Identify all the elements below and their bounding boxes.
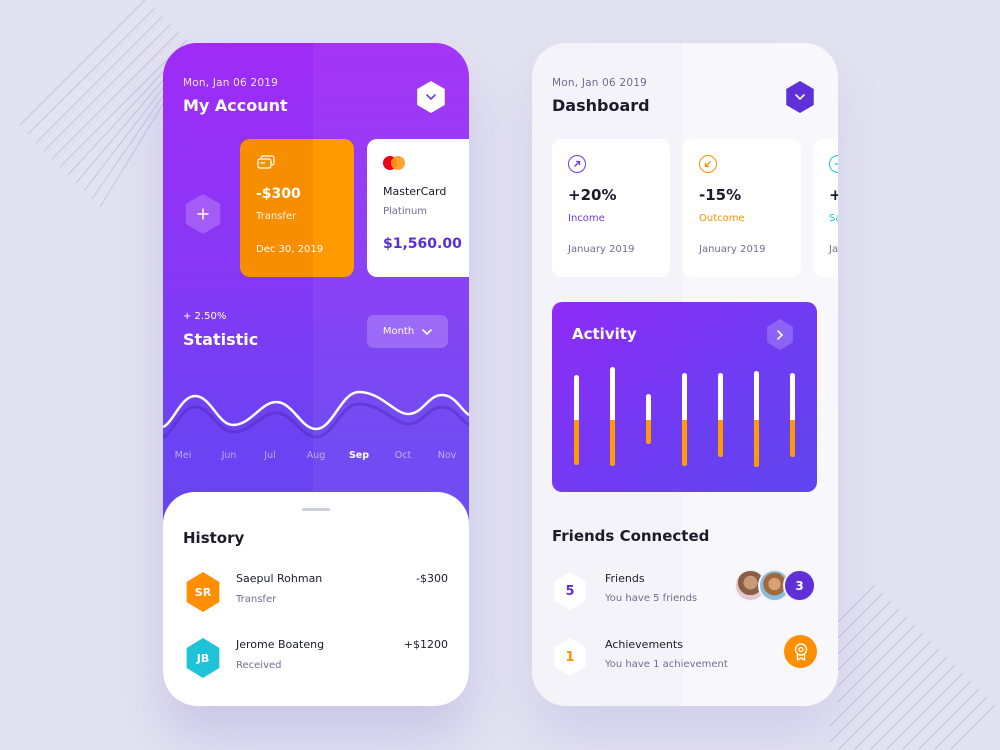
award-button[interactable] [784, 635, 817, 668]
kpi-label: Income [568, 213, 605, 224]
activity-bar-fill [646, 420, 651, 445]
achievements-count: 1 [554, 638, 586, 676]
month-label[interactable]: Mei [175, 450, 192, 461]
arrow-up-right-icon [568, 155, 586, 173]
transfer-label: Transfer [256, 211, 297, 222]
history-name: Saepul Rohman [236, 572, 323, 585]
activity-bar[interactable] [790, 372, 795, 457]
income-card[interactable]: +20% Income January 2019 [552, 139, 670, 277]
kpi-value: + [829, 186, 838, 204]
friends-count: 5 [554, 572, 586, 610]
award-icon [794, 642, 807, 661]
month-label-active[interactable]: Sep [349, 450, 369, 461]
chevron-down-icon [422, 328, 432, 335]
kpi-label: Outcome [699, 213, 745, 224]
outcome-card[interactable]: -15% Outcome January 2019 [683, 139, 801, 277]
history-amount: -$300 [416, 572, 448, 585]
activity-bar-fill [754, 420, 759, 468]
month-label[interactable]: Aug [307, 450, 326, 461]
kpi-period: Ja [829, 244, 838, 255]
mastercard-card[interactable]: MasterCard Platinum $1,560.00 [367, 139, 469, 277]
kpi-label: Sa [829, 213, 838, 224]
account-date: Mon, Jan 06 2019 [183, 77, 278, 89]
kpi-period: January 2019 [568, 244, 635, 255]
activity-next-button[interactable] [767, 319, 793, 350]
activity-bar[interactable] [718, 372, 723, 457]
transfer-amount: -$300 [256, 186, 301, 202]
page-title: My Account [183, 96, 288, 115]
activity-bar[interactable] [754, 370, 759, 468]
savings-card[interactable]: + Sa Ja [813, 139, 838, 277]
transfer-date: Dec 30, 2019 [256, 244, 324, 255]
transfer-card[interactable]: -$300 Transfer Dec 30, 2019 [240, 139, 354, 277]
account-menu-button[interactable] [417, 81, 445, 113]
history-type: Received [236, 660, 282, 671]
history-amount: +$1200 [403, 638, 448, 651]
wave-shadow [163, 402, 469, 439]
statistic-change: + 2.50% [183, 311, 227, 322]
activity-bar-fill [610, 419, 615, 466]
achievements-label: Achievements [605, 638, 683, 651]
achievements-row[interactable]: 1 Achievements You have 1 achievement [532, 635, 838, 682]
dashboard-screen: Mon, Jan 06 2019 Dashboard +20% Income J… [532, 43, 838, 706]
month-label[interactable]: Jun [222, 450, 237, 461]
kpi-period: January 2019 [699, 244, 766, 255]
history-type: Transfer [236, 594, 277, 605]
chevron-down-icon [795, 94, 805, 100]
activity-bar-fill [682, 419, 687, 466]
period-select[interactable]: Month [367, 315, 448, 348]
activity-bar-fill [790, 419, 795, 457]
my-account-screen: Mon, Jan 06 2019 My Account -$300 Transf… [163, 43, 469, 706]
activity-card[interactable]: Activity [552, 302, 817, 492]
more-friends-badge[interactable]: 3 [783, 569, 816, 602]
period-select-value: Month [382, 326, 415, 337]
chevron-down-icon [426, 94, 436, 100]
arrow-down-left-icon [699, 155, 717, 173]
card-tier: Platinum [383, 206, 428, 217]
history-item[interactable]: JB Jerome Boateng Received +$1200 [163, 638, 469, 684]
arrow-right-icon [829, 155, 838, 173]
page-title: Dashboard [552, 96, 650, 115]
decorative-stripes-bottom-right [830, 584, 996, 750]
activity-title: Activity [572, 325, 637, 343]
statistic-title: Statistic [183, 330, 259, 349]
cards-icon [257, 155, 275, 169]
dashboard-menu-button[interactable] [786, 81, 814, 113]
avatar: JB [186, 638, 220, 678]
card-name: MasterCard [383, 185, 447, 198]
plus-icon [197, 208, 209, 220]
kpi-value: -15% [699, 186, 742, 204]
mastercard-logo-icon [383, 156, 411, 170]
activity-bar[interactable] [646, 393, 651, 445]
month-label[interactable]: Oct [395, 450, 411, 461]
history-name: Jerome Boateng [236, 638, 325, 651]
friends-label: Friends [605, 572, 645, 585]
friends-desc: You have 5 friends [605, 593, 698, 604]
activity-bar-fill [718, 419, 723, 457]
history-panel: History SR Saepul Rohman Transfer -$300 … [163, 492, 469, 706]
history-item[interactable]: SR Saepul Rohman Transfer -$300 [163, 572, 469, 618]
activity-bar[interactable] [682, 372, 687, 466]
month-label[interactable]: Jul [264, 450, 275, 461]
achievements-desc: You have 1 achievement [605, 659, 728, 670]
history-title: History [183, 529, 245, 547]
month-axis: Mei Jun Jul Aug Sep Oct Nov [163, 450, 469, 464]
dashboard-date: Mon, Jan 06 2019 [552, 77, 647, 89]
add-card-button[interactable] [185, 194, 221, 234]
friends-connected-title: Friends Connected [552, 527, 710, 545]
activity-bar[interactable] [610, 367, 615, 466]
kpi-value: +20% [568, 186, 617, 204]
activity-bar-fill [574, 419, 579, 465]
month-label[interactable]: Nov [438, 450, 457, 461]
activity-bar[interactable] [574, 375, 579, 465]
chevron-right-icon [777, 329, 783, 340]
card-balance: $1,560.00 [383, 236, 462, 252]
drag-handle[interactable] [302, 508, 330, 511]
friends-row[interactable]: 5 Friends You have 5 friends 3 [532, 569, 838, 616]
avatar: SR [186, 572, 220, 612]
wave-line [163, 390, 469, 431]
statistic-wave-chart [163, 390, 469, 439]
